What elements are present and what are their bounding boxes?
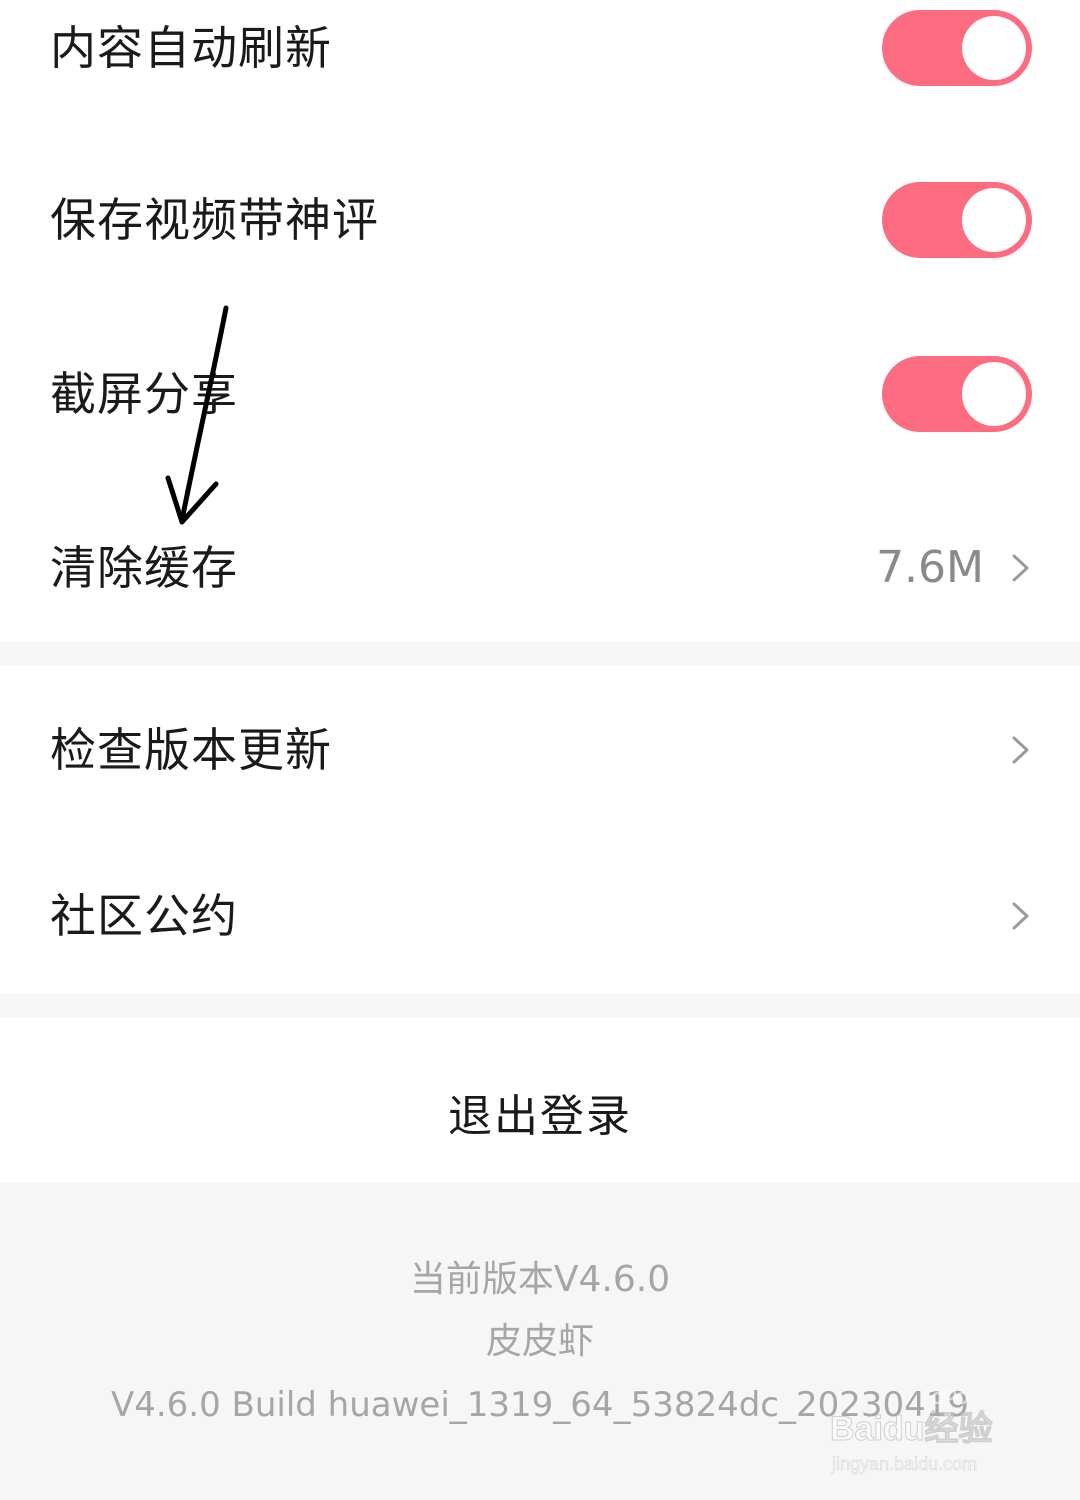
cache-size-value: 7.6M bbox=[876, 542, 984, 593]
setting-label-screenshot-share: 截屏分享 bbox=[50, 367, 238, 421]
settings-section-general: 内容自动刷新 保存视频带神评 截屏分享 清除缓存 7.6M bbox=[0, 0, 1080, 642]
baidu-watermark-logo: Baidu经验 jingyan.baidu.com bbox=[830, 1387, 993, 1474]
logout-button[interactable]: 退出登录 bbox=[0, 1080, 1080, 1144]
setting-row-community-rules[interactable]: 社区公约 bbox=[0, 878, 1080, 954]
toggle-knob bbox=[962, 362, 1026, 426]
setting-label-clear-cache: 清除缓存 bbox=[50, 541, 238, 595]
screenshot-share-toggle[interactable] bbox=[882, 356, 1032, 432]
app-name-text: 皮皮虾 bbox=[485, 1321, 594, 1362]
logout-section: 退出登录 bbox=[0, 1018, 1080, 1182]
setting-row-check-update[interactable]: 检查版本更新 bbox=[0, 712, 1080, 788]
save-video-comment-toggle[interactable] bbox=[882, 182, 1032, 258]
toggle-knob bbox=[962, 16, 1026, 80]
watermark-url: jingyan.baidu.com bbox=[831, 1454, 977, 1474]
setting-label-auto-refresh: 内容自动刷新 bbox=[50, 21, 332, 75]
toggle-knob bbox=[962, 188, 1026, 252]
watermark-brand: Baidu经验 bbox=[830, 1409, 992, 1448]
setting-label-community-rules: 社区公约 bbox=[50, 889, 238, 943]
setting-row-auto-refresh[interactable]: 内容自动刷新 bbox=[0, 0, 1080, 96]
chevron-right-icon bbox=[1012, 736, 1029, 764]
setting-row-save-video-comment[interactable]: 保存视频带神评 bbox=[0, 182, 1080, 258]
setting-label-check-update: 检查版本更新 bbox=[50, 723, 332, 777]
setting-row-clear-cache[interactable]: 清除缓存 7.6M bbox=[0, 530, 1080, 606]
chevron-right-icon bbox=[1012, 554, 1029, 582]
chevron-right-icon bbox=[1012, 902, 1029, 930]
auto-refresh-toggle[interactable] bbox=[882, 10, 1032, 86]
setting-label-save-video-comment: 保存视频带神评 bbox=[50, 193, 379, 247]
setting-row-screenshot-share[interactable]: 截屏分享 bbox=[0, 356, 1080, 432]
settings-section-about: 检查版本更新 社区公约 bbox=[0, 666, 1080, 994]
current-version-text: 当前版本V4.6.0 bbox=[409, 1259, 671, 1300]
